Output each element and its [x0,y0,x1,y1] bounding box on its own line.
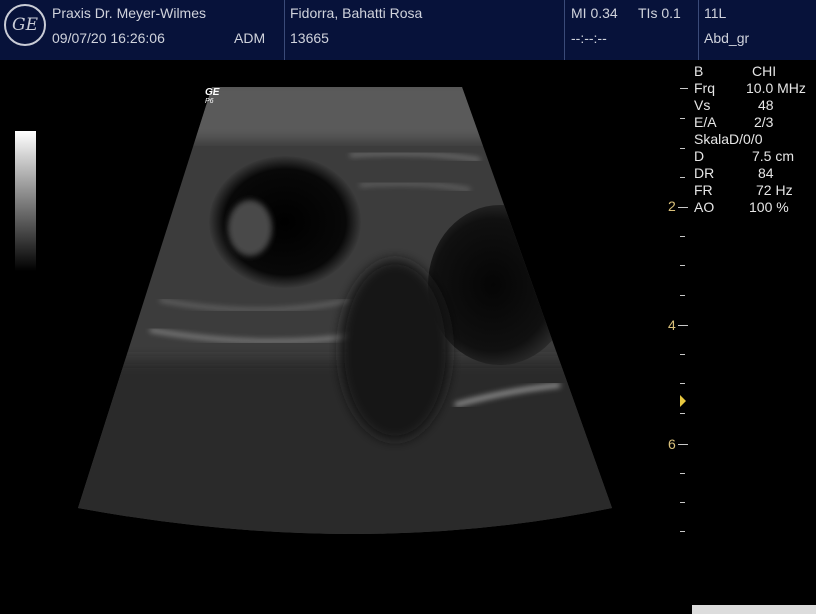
depth-label: 6 [668,436,676,452]
depth-tick [680,236,685,237]
status-strip [692,605,816,614]
param-row: Vs 48 [694,97,774,113]
depth-tick [678,444,688,445]
depth-label: 2 [668,198,676,214]
param-row: D 7.5 cm [694,148,795,164]
depth-tick [680,118,685,119]
depth-tick [678,207,688,208]
param-row: SkalaD/0/0 [694,131,763,147]
depth-tick [680,177,685,178]
depth-tick [680,531,685,532]
param-row: B CHI [694,63,777,79]
depth-tick [680,295,685,296]
depth-tick [680,265,685,266]
depth-tick [680,88,688,89]
param-row: Frq 10.0 MHz [694,80,806,96]
param-row: FR 72 Hz [694,182,793,198]
param-row: E/A 2/3 [694,114,774,130]
depth-tick [680,413,685,414]
param-row: DR 84 [694,165,774,181]
vendor-mark: GE P6 [205,87,220,106]
param-row: AO 100 % [694,199,789,215]
depth-tick [680,502,685,503]
depth-tick [680,383,685,384]
depth-label: 4 [668,317,676,333]
depth-tick [680,148,685,149]
scan-parameters: B CHI Frq 10.0 MHz Vs 48 E/A 2/3 SkalaD/0/0 … [694,63,816,216]
depth-tick [680,354,685,355]
focus-marker [680,395,686,407]
grayscale-bar [15,131,36,271]
depth-tick [680,473,685,474]
depth-tick [678,325,688,326]
